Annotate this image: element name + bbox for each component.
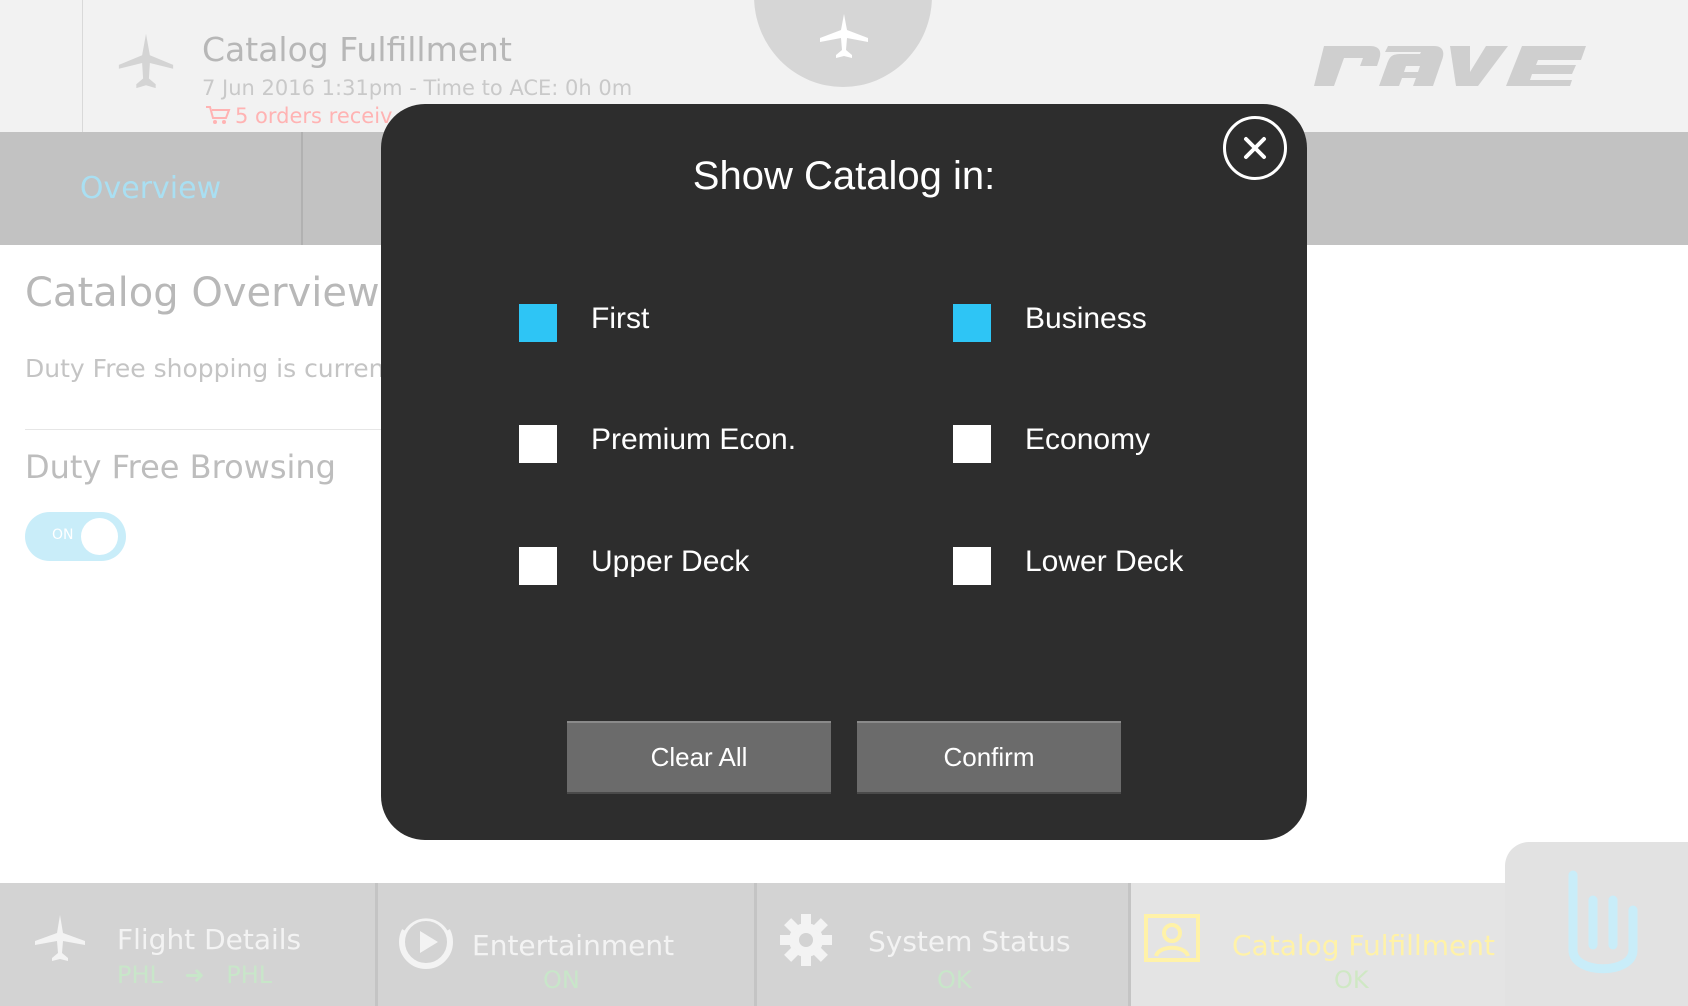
checkbox[interactable] <box>519 547 557 585</box>
option-label: Lower Deck <box>1025 545 1184 578</box>
dialog-title: Show Catalog in: <box>692 154 996 198</box>
option-label: Upper Deck <box>591 545 750 578</box>
checkbox[interactable] <box>953 425 991 463</box>
option-label: Business <box>1025 302 1147 335</box>
checkbox[interactable] <box>519 304 557 342</box>
checkbox[interactable] <box>953 547 991 585</box>
checkbox[interactable] <box>519 425 557 463</box>
option-label: First <box>591 302 650 335</box>
option-label: Premium Econ. <box>591 423 797 456</box>
option-label: Economy <box>1025 423 1151 456</box>
clear-all-button[interactable]: Clear All <box>567 721 831 792</box>
checkbox[interactable] <box>953 304 991 342</box>
show-catalog-dialog: Show Catalog in: First Business Premium … <box>381 104 1307 840</box>
confirm-button[interactable]: Confirm <box>857 721 1121 792</box>
